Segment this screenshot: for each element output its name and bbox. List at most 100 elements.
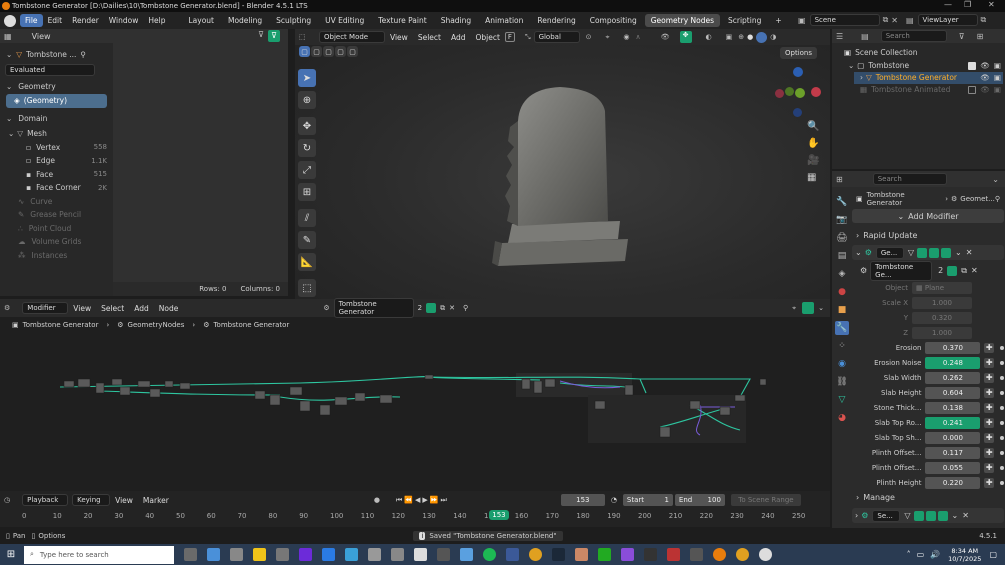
node-menu-view[interactable]: View [68,302,96,315]
proportional-icon[interactable]: ◉ [623,33,629,41]
modifier-dropdown-icon[interactable]: ⌄ [955,248,962,257]
evaluated-dropdown[interactable]: Evaluated [5,63,95,76]
app-icon[interactable] [414,548,427,561]
attribute-toggle-icon[interactable]: ✚ [984,447,995,458]
keyframe-dot-icon[interactable] [1000,420,1004,425]
node-group-users[interactable]: 2 [418,304,422,312]
tab-sculpting[interactable]: Sculpting [270,14,317,27]
object-field[interactable]: ▦ Plane [912,281,972,294]
mesh-label[interactable]: Mesh [27,129,47,138]
keyframe-dot-icon[interactable] [1000,480,1004,485]
tab-compositing[interactable]: Compositing [584,14,643,27]
select-new-icon[interactable]: ▢ [299,46,310,57]
nodegroup-field[interactable]: Tombstone Ge... [870,260,933,281]
select-extend-icon[interactable]: ▢ [311,46,322,57]
viewport-menu-object[interactable]: Object [470,31,504,44]
tab-texture-paint[interactable]: Texture Paint [372,14,432,27]
chrome-icon[interactable] [736,548,749,561]
chrome-icon[interactable] [529,548,542,561]
app-icon[interactable] [575,548,588,561]
viewlayer-new-icon[interactable]: ⧉ [981,15,987,25]
render-tab-icon[interactable]: 📷 [835,213,849,227]
exclude-checkbox-icon[interactable] [968,85,977,94]
keyframe-dot-icon[interactable] [1000,360,1004,365]
maximize-icon[interactable]: ❐ [964,0,971,9]
domain-instances[interactable]: ⁂ Instances [0,249,113,263]
orientation-dropdown[interactable]: Global [533,31,580,43]
jump-prev-key-icon[interactable]: ⏪ [404,496,413,504]
tool-tab-icon[interactable]: 🔧 [835,195,849,209]
breadcrumb-object[interactable]: Tombstone Generator [23,321,99,329]
tab-modeling[interactable]: Modeling [222,14,268,27]
domain-grease-pencil[interactable]: ✎ Grease Pencil [0,208,113,222]
node-menu-select[interactable]: Select [96,302,129,315]
end-frame-field[interactable]: End 100 [674,494,725,506]
app-icon[interactable] [506,548,519,561]
keying-menu[interactable]: Keying [72,494,111,506]
snap-badge-icon[interactable]: F [504,32,515,42]
wireframe-shading-icon[interactable]: ⊕ [738,33,744,41]
app-icon[interactable] [667,548,680,561]
domain-face-corner[interactable]: ▪ Face Corner 2K [0,181,113,195]
domain-edge[interactable]: ▫ Edge 1.1K [0,154,113,168]
unlink-icon[interactable]: ✕ [971,266,978,275]
app-icon[interactable] [368,548,381,561]
spreadsheet-area[interactable]: ⊽ ⊽ Rows: 0 Columns: 0 [113,29,288,296]
zoom-icon[interactable]: 🔍 [807,121,819,132]
overlay-dropdown-icon[interactable]: ⌄ [818,304,824,312]
app-icon[interactable] [207,548,220,561]
minimize-icon[interactable]: — [944,0,952,9]
scene-new-icon[interactable]: ⧉ [883,15,889,25]
filter-icon[interactable]: ⊽ [268,30,280,42]
input-value-field[interactable]: 0.248 [925,356,981,369]
select-subtract-icon[interactable]: ▢ [323,46,334,57]
output-tab-icon[interactable]: 🖨 [835,231,849,245]
viewlayer-icon[interactable]: ▤ [906,16,914,25]
keyframe-dot-icon[interactable] [1000,375,1004,380]
display-mode-icon[interactable]: ▤ [861,32,869,41]
scene-field[interactable]: Scene [809,14,880,26]
material-tab-icon[interactable]: ◕ [835,411,849,425]
app-icon[interactable] [598,548,611,561]
material-shading-icon[interactable] [756,31,768,43]
app-icon[interactable] [230,548,243,561]
app-icon[interactable] [322,548,335,561]
node-menu-node[interactable]: Node [154,302,184,315]
annotate-tool-icon[interactable]: ⫽ [298,209,316,227]
xray-icon[interactable]: ▣ [726,33,733,41]
eye-icon[interactable]: 👁 [980,61,990,70]
overlay-icon[interactable] [802,302,815,314]
timer-icon[interactable]: ◔ [611,496,617,504]
camera-render-icon[interactable]: ▣ [994,85,1001,94]
node-group-field[interactable]: Tombstone Generator [333,298,414,318]
domain-vertex[interactable]: ▫ Vertex 558 [0,141,113,155]
input-value-field[interactable]: 0.604 [925,386,981,399]
keyframe-dot-icon[interactable] [1000,465,1004,470]
chevron-down-icon[interactable]: ⌄ [6,82,12,91]
pin-icon[interactable]: ⚲ [80,50,86,59]
input-value-field[interactable]: 0.370 [925,341,981,354]
chevron-right-icon[interactable]: › [856,231,859,240]
duplicate-icon[interactable]: ⧉ [440,304,445,313]
camera-icon[interactable]: 🎥 [807,155,819,166]
notification-icon[interactable]: ▢ [989,550,997,559]
realtime-toggle-icon[interactable] [913,510,924,521]
domain-volume-grids[interactable]: ☁ Volume Grids [0,235,113,249]
eye-icon[interactable]: 👁 [980,73,990,82]
attribute-toggle-icon[interactable]: ✚ [984,342,995,353]
render-toggle-icon[interactable] [925,510,936,521]
modifier-tab-icon[interactable]: 🔧 [835,321,849,335]
outliner-filter-icon[interactable]: ⊽ [959,32,965,41]
eye-icon[interactable]: 👁 [980,85,990,94]
options-button[interactable]: Options [780,47,818,59]
editor-type-icon[interactable]: ▦ [4,32,12,41]
viewport-menu-view[interactable]: View [385,31,413,44]
clock[interactable]: 8:34 AM 10/7/2025 [948,547,981,563]
pivot-icon[interactable]: ⊙ [586,33,592,41]
edit-mode-toggle-icon[interactable]: ▽ [908,248,914,257]
tab-layout[interactable]: Layout [182,14,220,27]
exclude-checkbox-icon[interactable] [968,61,977,70]
keyframe-dot-icon[interactable] [1000,390,1004,395]
menu-edit[interactable]: Edit [43,14,68,27]
unlink-icon[interactable]: ✕ [449,304,455,312]
